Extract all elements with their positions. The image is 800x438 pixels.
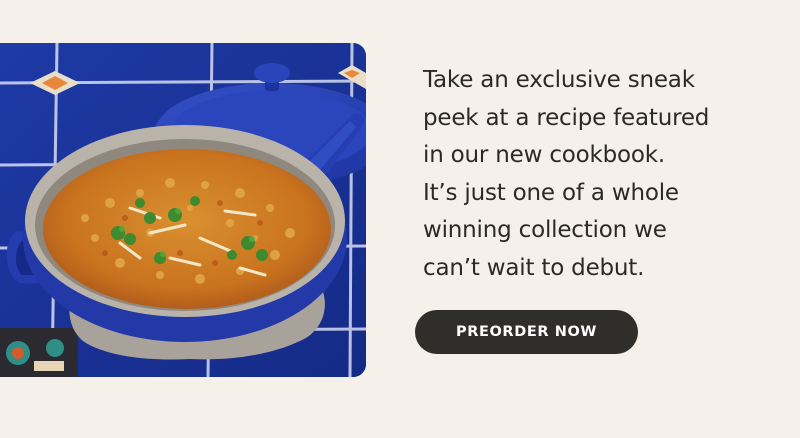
promo-line: peek at a recipe featured: [423, 104, 710, 131]
preorder-now-button[interactable]: PREORDER NOW: [415, 310, 638, 354]
promo-line: winning collection we: [423, 217, 667, 243]
promo-line: Take an exclusive sneak: [423, 67, 695, 93]
promo-text: Take an exclusive sneak peek at a recipe…: [423, 62, 773, 287]
promo-line: in our new cookbook.: [423, 142, 666, 168]
recipe-photo: [0, 43, 366, 377]
promo-copy: Take an exclusive sneak peek at a recipe…: [423, 62, 773, 287]
promo-line: can’t wait to debut.: [423, 254, 645, 281]
promo-line: It’s just one of a whole: [423, 179, 679, 206]
